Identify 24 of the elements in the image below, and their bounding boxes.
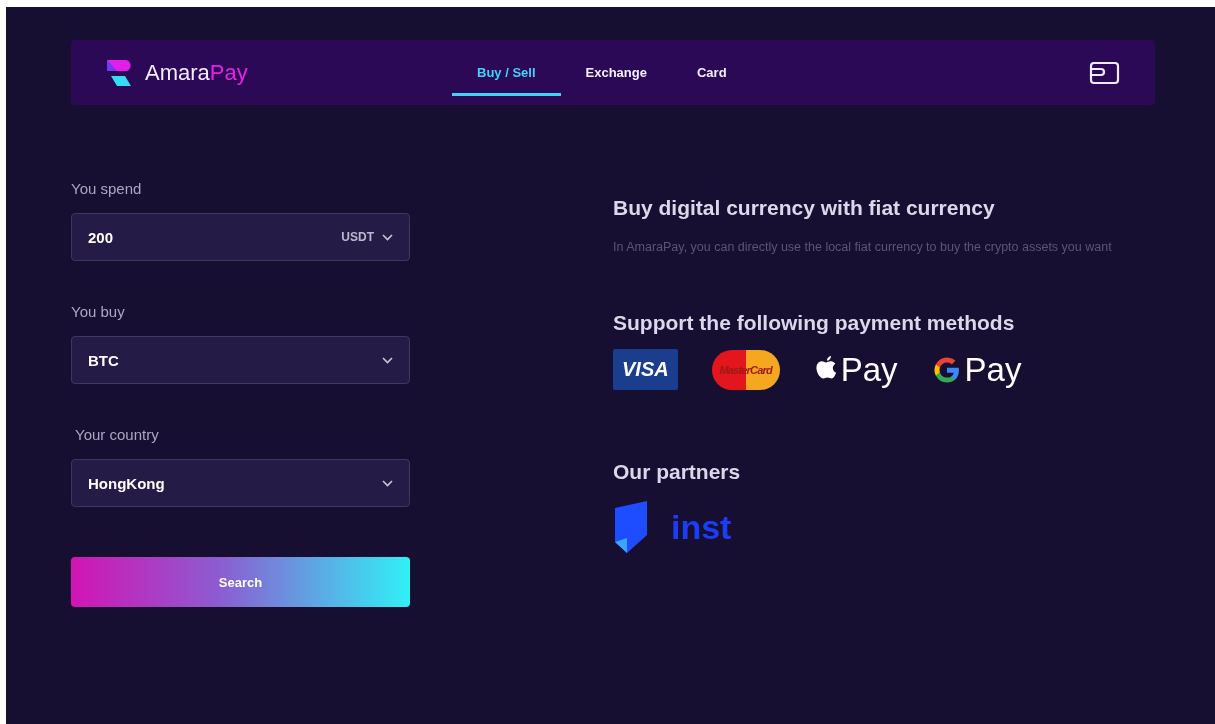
partner-name: inst xyxy=(671,507,732,547)
field-label: Your country xyxy=(75,426,160,443)
visa-logo: VISA xyxy=(613,349,678,390)
chevron-down-icon xyxy=(382,479,393,487)
description-text: In AmaraPay, you can directly use the local fiat currency to buy the crypto assets you want xyxy=(613,239,1113,256)
search-button[interactable]: Search xyxy=(71,557,410,607)
nav-tab[interactable]: Buy / Sell xyxy=(452,40,561,105)
brand-name: AmaraPay xyxy=(145,59,248,86)
nav-tab[interactable]: Exchange xyxy=(560,40,672,105)
field-label: You spend xyxy=(71,180,143,197)
select-field[interactable]: HongKong xyxy=(71,459,410,507)
nav-tab[interactable]: Card xyxy=(671,40,752,105)
amount-input[interactable]: 200 USDT xyxy=(71,213,410,261)
field-label: You buy xyxy=(71,303,126,320)
pay-logo-text: Pay xyxy=(964,350,1022,389)
currency-select[interactable]: USDT xyxy=(341,230,374,244)
section-title: Buy digital currency with fiat currency xyxy=(613,196,996,220)
pay-logo-text: Pay xyxy=(840,350,898,389)
chevron-down-icon xyxy=(382,233,393,241)
section-title: Our partners xyxy=(613,460,742,484)
chevron-down-icon xyxy=(382,356,393,364)
select-field[interactable]: BTC xyxy=(71,336,410,384)
wallet-icon[interactable] xyxy=(1089,60,1121,85)
section-title: Support the following payment methods xyxy=(613,311,1016,335)
